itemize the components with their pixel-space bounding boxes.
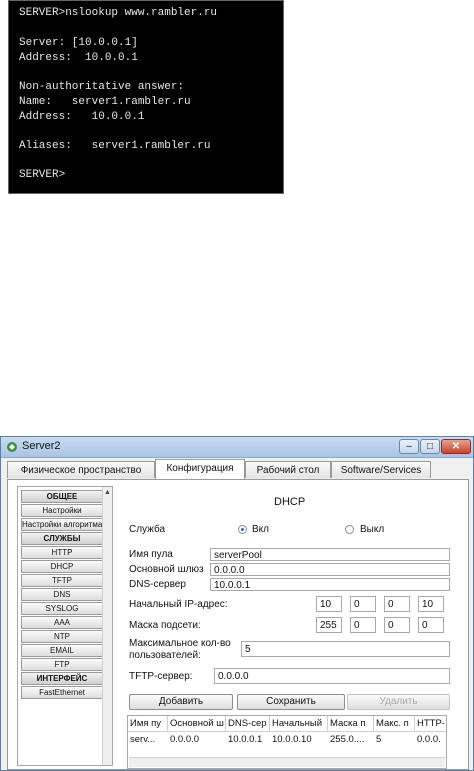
add-button[interactable]: Добавить — [129, 694, 233, 710]
mask-octet-4[interactable]: 0 — [418, 617, 444, 633]
max-users-label: Максимальное кол-во — [129, 638, 231, 649]
start-ip-octet-4[interactable]: 10 — [418, 596, 444, 612]
tab-desktop[interactable]: Рабочий стол — [245, 461, 331, 478]
service-item-algorithm-settings[interactable]: Настройки алгоритма — [21, 518, 103, 531]
dns-server-label: DNS-сервер — [129, 579, 186, 590]
mask-octet-3[interactable]: 0 — [384, 617, 410, 633]
save-button[interactable]: Сохранить — [237, 694, 345, 710]
mask-octet-2[interactable]: 0 — [350, 617, 376, 633]
title-bar[interactable]: Server2 – □ ✕ — [1, 437, 473, 458]
delete-button[interactable]: Удалить — [347, 694, 450, 710]
mask-octet-1[interactable]: 255 — [316, 617, 342, 633]
service-item-tftp[interactable]: TFTP — [21, 574, 103, 587]
start-ip-label: Начальный IP-адрес: — [129, 599, 228, 610]
table-header[interactable]: Основной ш — [168, 716, 226, 732]
tab-software-services[interactable]: Software/Services — [331, 461, 431, 478]
section-header-services: СЛУЖБЫ — [21, 532, 103, 545]
table-header[interactable]: HTTP- — [415, 716, 446, 732]
service-item-http[interactable]: HTTP — [21, 546, 103, 559]
section-header-general: ОБЩЕЕ — [21, 490, 103, 503]
table-cell[interactable]: 0.0.0.0 — [168, 733, 226, 747]
terminal-line: Address: 10.0.0.1 — [19, 52, 138, 64]
service-list: ОБЩЕЕ Настройки Настройки алгоритма СЛУЖ… — [17, 486, 113, 766]
table-header[interactable]: Начальный — [270, 716, 328, 732]
dns-server-field[interactable]: 10.0.0.1 — [210, 578, 450, 591]
terminal-prompt: SERVER> — [19, 169, 66, 181]
tab-config[interactable]: Конфигурация — [155, 459, 245, 479]
app-icon — [7, 442, 17, 452]
gateway-field[interactable]: 0.0.0.0 — [210, 563, 450, 576]
gateway-label: Основной шлюз — [129, 564, 204, 575]
pool-table: Имя пу Основной ш DNS-сер Начальный Маск… — [127, 715, 447, 769]
tftp-server-field[interactable]: 0.0.0.0 — [214, 668, 450, 684]
tab-bar: Физическое пространство Конфигурация Раб… — [7, 459, 469, 479]
table-header[interactable]: Имя пу — [128, 716, 168, 732]
tftp-server-label: TFTP-сервер: — [129, 671, 193, 682]
window-title: Server2 — [22, 440, 61, 452]
close-button[interactable]: ✕ — [441, 439, 471, 454]
service-item-dns[interactable]: DNS — [21, 588, 103, 601]
start-ip-octet-2[interactable]: 0 — [350, 596, 376, 612]
table-cell[interactable]: 255.0.... — [328, 733, 374, 747]
terminal-line: SERVER>nslookup www.rambler.ru — [19, 7, 218, 19]
service-item-email[interactable]: EMAIL — [21, 644, 103, 657]
tab-physical[interactable]: Физическое пространство — [7, 461, 155, 478]
terminal-line: Name: server1.rambler.ru — [19, 96, 191, 108]
section-header-interface: ИНТЕРФЕЙС — [21, 672, 103, 685]
service-item-aaa[interactable]: AAA — [21, 616, 103, 629]
terminal-line: Address: 10.0.0.1 — [19, 111, 145, 123]
dhcp-heading: DHCP — [274, 496, 306, 508]
max-users-field[interactable]: 5 — [241, 641, 450, 657]
pool-name-label: Имя пула — [129, 549, 173, 560]
service-item-settings[interactable]: Настройки — [21, 504, 103, 517]
table-cell[interactable]: 5 — [374, 733, 415, 747]
service-on-radio[interactable] — [238, 525, 247, 534]
table-header[interactable]: Макс. п — [374, 716, 415, 732]
service-off-radio[interactable] — [345, 525, 354, 534]
service-item-ftp[interactable]: FTP — [21, 658, 103, 671]
service-label: Служба — [129, 524, 166, 535]
start-ip-octet-3[interactable]: 0 — [384, 596, 410, 612]
table-horizontal-scrollbar[interactable] — [129, 757, 445, 767]
server-window: Server2 – □ ✕ Физическое пространство Ко… — [0, 436, 474, 771]
service-list-scrollbar[interactable]: ▲ — [102, 487, 112, 765]
service-item-syslog[interactable]: SYSLOG — [21, 602, 103, 615]
terminal-output: SERVER>nslookup www.rambler.ru Server: [… — [8, 0, 284, 194]
table-cell[interactable]: 10.0.0.10 — [270, 733, 328, 747]
service-item-dhcp[interactable]: DHCP — [21, 560, 103, 573]
minimize-button[interactable]: – — [399, 439, 419, 454]
subnet-mask-label: Маска подсети: — [129, 620, 201, 631]
terminal-line: Aliases: server1.rambler.ru — [19, 140, 211, 152]
service-on-label: Вкл — [252, 524, 269, 535]
table-header[interactable]: Маска п — [328, 716, 374, 732]
maximize-button[interactable]: □ — [420, 439, 440, 454]
terminal-line: Non-authoritative answer: — [19, 81, 185, 93]
service-item-ntp[interactable]: NTP — [21, 630, 103, 643]
terminal-line: Server: [10.0.0.1] — [19, 37, 138, 49]
table-cell[interactable]: serv... — [128, 733, 168, 747]
start-ip-octet-1[interactable]: 10 — [316, 596, 342, 612]
table-cell[interactable]: 10.0.0.1 — [226, 733, 270, 747]
table-header[interactable]: DNS-сер — [226, 716, 270, 732]
pool-name-field[interactable]: serverPool — [210, 548, 450, 561]
table-cell[interactable]: 0.0.0. — [415, 733, 446, 747]
scroll-up-icon[interactable]: ▲ — [104, 489, 111, 496]
service-item-fastethernet[interactable]: FastEthernet — [21, 686, 103, 699]
service-off-label: Выкл — [360, 524, 385, 535]
max-users-label-line2: пользователей: — [129, 650, 201, 661]
